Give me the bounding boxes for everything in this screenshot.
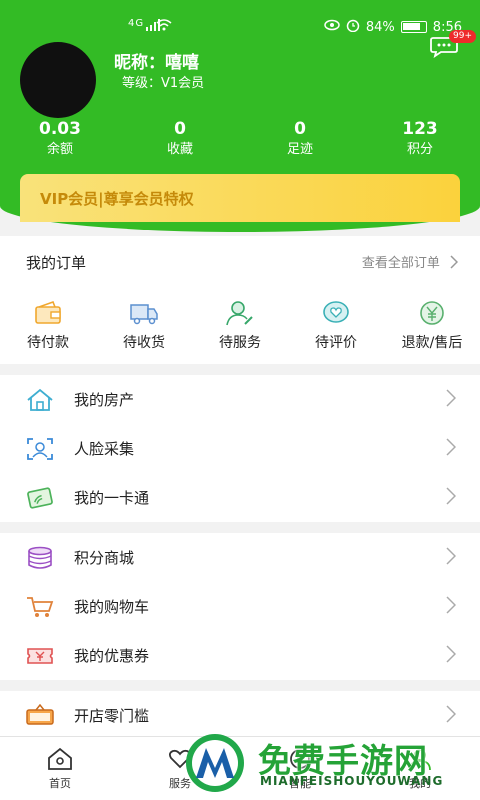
yen-refund-icon [420,301,444,325]
view-all-orders-link[interactable]: 查看全部订单 [361,252,459,271]
menu-item-label: 我的一卡通 [74,489,150,507]
stat-label: 积分 [406,142,433,157]
order-pending-payment[interactable]: 待付款 [3,300,93,352]
card-icon [27,487,53,509]
message-count-badge: 99+ [449,30,476,43]
chevron-right-icon [446,596,456,614]
order-label: 待评价 [315,335,357,351]
order-pending-delivery[interactable]: 待收货 [99,300,189,352]
stat-points[interactable]: 123 积分 [375,118,465,160]
view-all-orders-label: 查看全部订单 [361,256,440,271]
member-level: 等级：V1会员 [122,76,205,91]
menu-item-my-property[interactable]: 我的房产 [0,375,480,424]
home-icon [48,747,72,770]
wallet-icon [35,300,61,324]
stat-footprints[interactable]: 0 足迹 [255,118,345,160]
chevron-right-icon [446,389,456,407]
stat-label: 余额 [46,142,73,157]
status-bar: 4G 84% 8:56 [0,18,480,36]
order-pending-review[interactable]: 待评价 [291,300,381,352]
orders-title: 我的订单 [26,254,87,272]
stat-value: 0 [174,119,186,139]
nickname: 昵称：嘻嘻 [114,53,199,73]
chevron-right-icon [450,255,459,269]
watermark-subtitle: MIANFEISHOUYOUWANG [260,774,444,788]
stats-row: 0.03 余额 0 收藏 0 足迹 123 积分 [0,118,480,162]
menu-item-my-coupons[interactable]: 我的优惠券 [0,631,480,680]
message-button[interactable]: 99+ [430,30,476,59]
heart-chat-icon [323,301,349,323]
stat-value: 0.03 [39,119,81,139]
chevron-right-icon [446,438,456,456]
menu-item-label: 我的购物车 [74,598,150,616]
chevron-right-icon [446,705,456,723]
alarm-icon [346,18,360,36]
order-label: 待服务 [219,335,261,351]
open-sign-icon [26,704,54,725]
profile-header: 4G 84% 8:56 昵称：嘻嘻 等级：V1会员 99+ 0.03 余额 0 [0,0,480,232]
order-label: 待收货 [123,335,165,351]
orders-section: 我的订单 查看全部订单 待付款 待收货 待服务 待评价 退款/售后 [0,236,480,364]
vip-banner[interactable]: VIP会员|尊享会员特权 [20,174,460,222]
network-indicator: 4G [128,18,145,29]
order-pending-service[interactable]: 待服务 [195,300,285,352]
menu-item-my-card[interactable]: 我的一卡通 [0,473,480,522]
menu-item-points-mall[interactable]: 积分商城 [0,533,480,582]
chevron-right-icon [446,645,456,663]
vip-banner-text: VIP会员|尊享会员特权 [40,190,194,208]
menu-group-shopping: 积分商城 我的购物车 我的优惠券 [0,533,480,680]
avatar[interactable] [20,42,96,118]
menu-item-label: 我的优惠券 [74,647,150,665]
cart-icon [27,597,54,617]
service-person-icon [226,301,253,326]
stat-favorites[interactable]: 0 收藏 [135,118,225,160]
stat-label: 收藏 [166,142,193,157]
menu-group-property: 我的房产 人脸采集 我的一卡通 [0,375,480,522]
chevron-right-icon [446,547,456,565]
battery-percent: 84% [365,19,395,35]
tab-label: 首页 [49,777,71,790]
wifi-icon [156,18,172,35]
menu-item-shopping-cart[interactable]: 我的购物车 [0,582,480,631]
house-icon [27,388,53,411]
coins-stack-icon [28,546,52,569]
stat-label: 足迹 [286,142,313,157]
chevron-right-icon [446,487,456,505]
menu-item-label: 我的房产 [74,391,135,409]
menu-item-label: 开店零门槛 [74,707,150,725]
order-label: 待付款 [27,335,69,351]
menu-item-face-capture[interactable]: 人脸采集 [0,424,480,473]
face-scan-icon [27,438,53,460]
menu-item-label: 人脸采集 [74,440,135,458]
coupon-icon [27,648,53,664]
stat-value: 0 [294,119,306,139]
watermark-logo [186,734,244,792]
tab-home[interactable]: 首页 [20,737,100,791]
truck-icon [130,304,158,325]
order-refund-aftersale[interactable]: 退款/售后 [387,300,477,352]
stat-balance[interactable]: 0.03 余额 [15,118,105,160]
order-label: 退款/售后 [401,335,463,351]
menu-item-label: 积分商城 [74,549,135,567]
stat-value: 123 [402,119,438,139]
eye-icon [324,19,340,35]
battery-icon [400,21,427,33]
site-watermark: 免费手游网 MIANFEISHOUYOUWANG [184,730,474,796]
